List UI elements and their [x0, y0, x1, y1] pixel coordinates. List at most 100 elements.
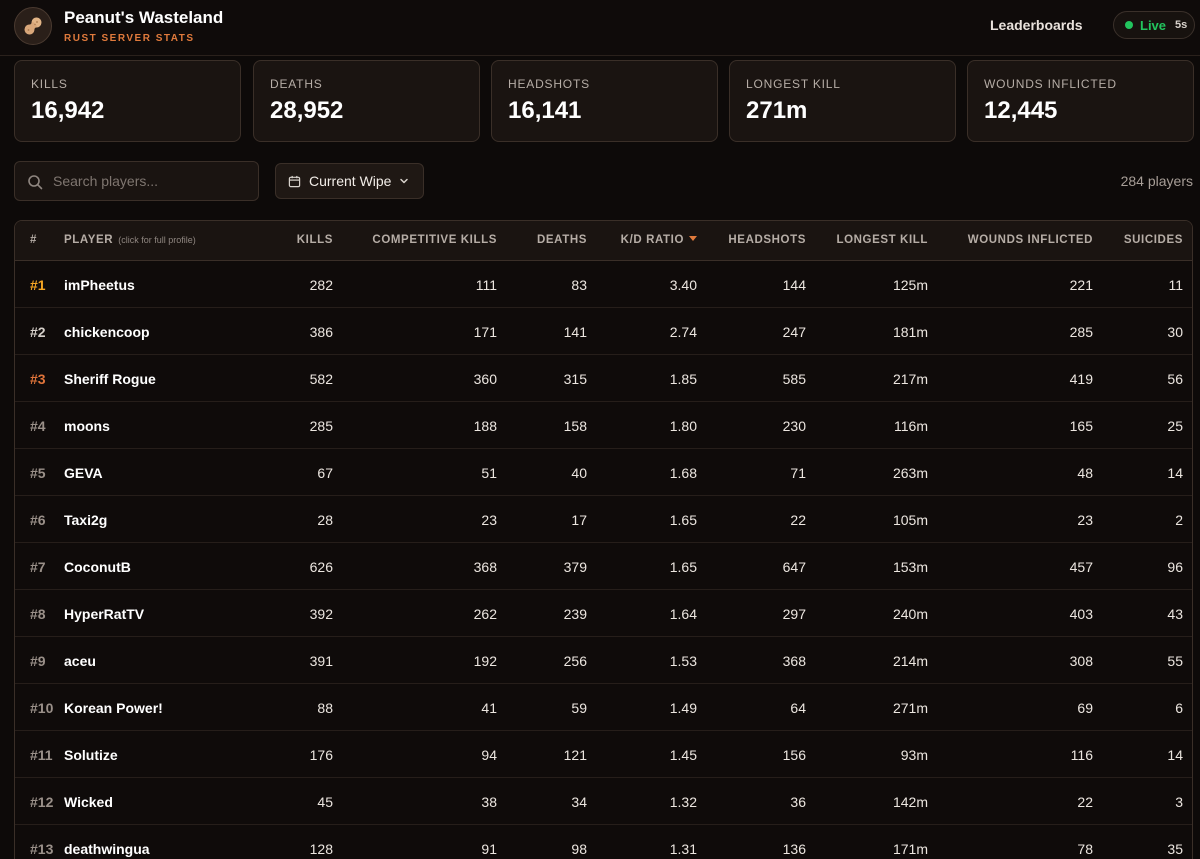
- player-name-link[interactable]: deathwingua: [64, 841, 150, 857]
- cell-kills: 88: [317, 700, 333, 716]
- cell-suicides: 3: [1175, 794, 1183, 810]
- cell-kills: 285: [309, 418, 333, 434]
- player-name-link[interactable]: moons: [64, 418, 110, 434]
- cell-headshots: 71: [790, 465, 806, 481]
- cell-suicides: 55: [1167, 653, 1183, 669]
- stat-card-kills: KILLS 16,942: [14, 60, 241, 142]
- cell-headshots: 647: [782, 559, 806, 575]
- column-header-deaths[interactable]: DEATHS: [537, 234, 587, 246]
- cell-competitive-kills: 171: [473, 324, 497, 340]
- column-header-headshots[interactable]: HEADSHOTS: [728, 234, 806, 246]
- cell-competitive-kills: 262: [473, 606, 497, 622]
- cell-deaths: 315: [563, 371, 587, 387]
- table-row[interactable]: #5 GEVA 67 51 40 1.68 71 263m 48 14: [15, 449, 1192, 496]
- table-row[interactable]: #4 moons 285 188 158 1.80 230 116m 165 25: [15, 402, 1192, 449]
- cell-kd-ratio: 1.45: [669, 747, 697, 763]
- table-row[interactable]: #12 Wicked 45 38 34 1.32 36 142m 22 3: [15, 778, 1192, 825]
- column-header-suicides[interactable]: SUICIDES: [1124, 234, 1183, 246]
- stat-card-longest-kill: LONGEST KILL 271m: [729, 60, 956, 142]
- player-name-link[interactable]: CoconutB: [64, 559, 131, 575]
- cell-wounds-inflicted: 285: [1069, 324, 1093, 340]
- cell-deaths: 379: [563, 559, 587, 575]
- wipe-selected-value: Current Wipe: [309, 173, 392, 189]
- cell-wounds-inflicted: 22: [1077, 794, 1093, 810]
- nav-leaderboards-link[interactable]: Leaderboards: [990, 17, 1083, 33]
- cell-longest-kill: 240m: [892, 606, 928, 622]
- column-header-player[interactable]: PLAYER (click for full profile): [64, 234, 196, 246]
- player-name-link[interactable]: Solutize: [64, 747, 118, 763]
- cell-kills: 45: [317, 794, 333, 810]
- cell-rank: #6: [30, 512, 46, 528]
- cell-wounds-inflicted: 419: [1069, 371, 1093, 387]
- stat-label: HEADSHOTS: [508, 77, 590, 91]
- cell-kills: 392: [309, 606, 333, 622]
- stat-value: 16,141: [508, 97, 582, 124]
- table-row[interactable]: #7 CoconutB 626 368 379 1.65 647 153m 457 96: [15, 543, 1192, 590]
- table-header: # PLAYER (click for full profile) KILLS C…: [15, 221, 1192, 261]
- live-dot-icon: [1125, 21, 1133, 29]
- player-name-link[interactable]: Wicked: [64, 794, 113, 810]
- table-row[interactable]: #1 imPheetus 282 111 83 3.40 144 125m 221 11: [15, 261, 1192, 308]
- table-row[interactable]: #3 Sheriff Rogue 582 360 315 1.85 585 217m 419 56: [15, 355, 1192, 402]
- cell-headshots: 368: [782, 653, 806, 669]
- cell-kd-ratio: 3.40: [669, 277, 697, 293]
- cell-deaths: 40: [571, 465, 587, 481]
- cell-longest-kill: 142m: [892, 794, 928, 810]
- player-name-link[interactable]: chickencoop: [64, 324, 150, 340]
- table-row[interactable]: #11 Solutize 176 94 121 1.45 156 93m 116 14: [15, 731, 1192, 778]
- column-header-wounds-inflicted[interactable]: WOUNDS INFLICTED: [968, 234, 1093, 246]
- cell-kd-ratio: 1.68: [669, 465, 697, 481]
- cell-wounds-inflicted: 457: [1069, 559, 1093, 575]
- cell-kills: 282: [309, 277, 333, 293]
- column-header-competitive-kills[interactable]: COMPETITIVE KILLS: [372, 234, 497, 246]
- table-row[interactable]: #6 Taxi2g 28 23 17 1.65 22 105m 23 2: [15, 496, 1192, 543]
- player-count: 284 players: [1120, 173, 1193, 189]
- peanut-logo-icon[interactable]: [14, 7, 52, 45]
- table-row[interactable]: #2 chickencoop 386 171 141 2.74 247 181m 285 30: [15, 308, 1192, 355]
- cell-longest-kill: 93m: [900, 747, 928, 763]
- cell-suicides: 35: [1167, 841, 1183, 857]
- column-header-kills[interactable]: KILLS: [297, 234, 333, 246]
- player-name-link[interactable]: HyperRatTV: [64, 606, 144, 622]
- table-row[interactable]: #10 Korean Power! 88 41 59 1.49 64 271m 69 6: [15, 684, 1192, 731]
- cell-suicides: 56: [1167, 371, 1183, 387]
- column-header-longest-kill[interactable]: LONGEST KILL: [836, 234, 928, 246]
- chevron-down-icon: [400, 178, 409, 184]
- player-name-link[interactable]: Korean Power!: [64, 700, 163, 716]
- table-row[interactable]: #9 aceu 391 192 256 1.53 368 214m 308 55: [15, 637, 1192, 684]
- cell-longest-kill: 153m: [892, 559, 928, 575]
- cell-longest-kill: 105m: [892, 512, 928, 528]
- cell-headshots: 247: [782, 324, 806, 340]
- table-row[interactable]: #13 deathwingua 128 91 98 1.31 136 171m 78 35: [15, 825, 1192, 859]
- cell-deaths: 256: [563, 653, 587, 669]
- player-search[interactable]: [14, 161, 259, 201]
- cell-kills: 28: [317, 512, 333, 528]
- cell-kills: 582: [309, 371, 333, 387]
- column-header-kd-ratio[interactable]: K/D RATIO: [621, 234, 697, 246]
- player-name-link[interactable]: Sheriff Rogue: [64, 371, 156, 387]
- cell-longest-kill: 181m: [892, 324, 928, 340]
- live-status-toggle[interactable]: Live 5s: [1113, 11, 1195, 39]
- cell-wounds-inflicted: 403: [1069, 606, 1093, 622]
- cell-competitive-kills: 38: [481, 794, 497, 810]
- stat-label: DEATHS: [270, 77, 323, 91]
- cell-competitive-kills: 51: [481, 465, 497, 481]
- stat-card-headshots: HEADSHOTS 16,141: [491, 60, 718, 142]
- table-row[interactable]: #8 HyperRatTV 392 262 239 1.64 297 240m 403 43: [15, 590, 1192, 637]
- player-name-link[interactable]: GEVA: [64, 465, 103, 481]
- cell-kd-ratio: 1.80: [669, 418, 697, 434]
- player-name-link[interactable]: aceu: [64, 653, 96, 669]
- cell-suicides: 25: [1167, 418, 1183, 434]
- player-name-link[interactable]: imPheetus: [64, 277, 135, 293]
- wipe-dropdown[interactable]: Current Wipe: [275, 163, 424, 199]
- cell-deaths: 83: [571, 277, 587, 293]
- player-name-link[interactable]: Taxi2g: [64, 512, 107, 528]
- cell-suicides: 30: [1167, 324, 1183, 340]
- site-title: Peanut's Wasteland: [64, 8, 224, 27]
- cell-rank: #10: [30, 700, 54, 716]
- summary-stats: KILLS 16,942 DEATHS 28,952 HEADSHOTS 16,…: [14, 60, 1195, 142]
- sort-desc-icon: [689, 236, 697, 241]
- stat-value: 271m: [746, 97, 808, 124]
- search-input[interactable]: [53, 162, 253, 200]
- cell-suicides: 11: [1168, 277, 1183, 293]
